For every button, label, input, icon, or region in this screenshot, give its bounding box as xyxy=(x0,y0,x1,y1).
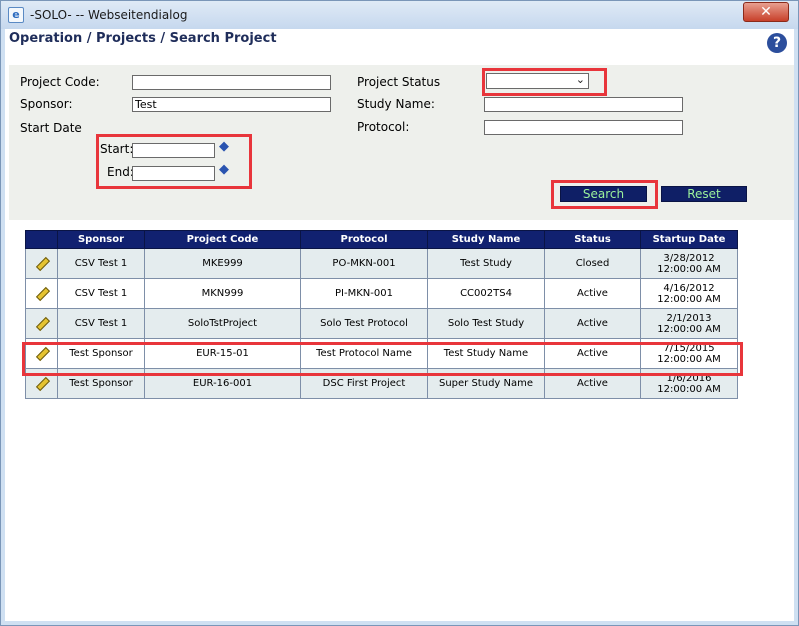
pencil-icon[interactable] xyxy=(35,315,49,329)
sponsor-cell: CSV Test 1 xyxy=(57,248,145,279)
title-bar: e -SOLO- -- Webseitendialog ✕ xyxy=(1,1,798,29)
pencil-icon[interactable] xyxy=(35,285,49,299)
project-code-cell: MKE999 xyxy=(144,248,301,279)
startup-date-cell: 3/28/2012 12:00:00 AM xyxy=(640,248,738,279)
status-cell: Closed xyxy=(544,248,641,279)
window-title: -SOLO- -- Webseitendialog xyxy=(30,8,188,22)
search-form: Project Code: Sponsor: Start Date Start:… xyxy=(9,65,794,220)
highlight-row xyxy=(22,342,743,376)
start-date-label: Start Date xyxy=(20,121,82,135)
dialog-window: e -SOLO- -- Webseitendialog ✕ Operation … xyxy=(0,0,799,626)
study-name-cell: Solo Test Study xyxy=(427,308,545,339)
project-code-cell: SoloTstProject xyxy=(144,308,301,339)
edit-cell[interactable] xyxy=(25,248,58,279)
protocol-input[interactable] xyxy=(484,120,683,135)
highlight-search xyxy=(551,180,658,209)
edit-cell[interactable] xyxy=(25,308,58,339)
pencil-icon[interactable] xyxy=(35,255,49,269)
protocol-cell: PO-MKN-001 xyxy=(300,248,428,279)
project-status-label: Project Status xyxy=(357,75,441,89)
table-header-row: Sponsor Project Code Protocol Study Name… xyxy=(25,230,738,249)
protocol-label: Protocol: xyxy=(357,120,410,134)
header-protocol[interactable]: Protocol xyxy=(300,230,428,249)
heading-bar: Operation / Projects / Search Project ? xyxy=(5,29,794,53)
edit-cell[interactable] xyxy=(25,278,58,309)
startup-date-cell: 4/16/2012 12:00:00 AM xyxy=(640,278,738,309)
status-cell: Active xyxy=(544,278,641,309)
header-startup-date[interactable]: Startup Date xyxy=(640,230,738,249)
header-edit xyxy=(25,230,58,249)
header-status[interactable]: Status xyxy=(544,230,641,249)
status-cell: Active xyxy=(544,308,641,339)
startup-date-cell: 2/1/2013 12:00:00 AM xyxy=(640,308,738,339)
help-icon[interactable]: ? xyxy=(767,33,787,53)
reset-button[interactable]: Reset xyxy=(661,186,747,202)
project-code-cell: MKN999 xyxy=(144,278,301,309)
close-button[interactable]: ✕ xyxy=(743,2,789,22)
dialog-content: Operation / Projects / Search Project ? … xyxy=(5,29,794,621)
page-title: Operation / Projects / Search Project xyxy=(9,31,277,46)
sponsor-cell: CSV Test 1 xyxy=(57,278,145,309)
protocol-cell: PI-MKN-001 xyxy=(300,278,428,309)
project-code-label: Project Code: xyxy=(20,75,100,89)
highlight-date-range xyxy=(96,134,252,189)
project-code-input[interactable] xyxy=(132,75,331,90)
study-name-cell: CC002TS4 xyxy=(427,278,545,309)
header-sponsor[interactable]: Sponsor xyxy=(57,230,145,249)
sponsor-input[interactable] xyxy=(132,97,331,112)
study-name-input[interactable] xyxy=(484,97,683,112)
sponsor-label: Sponsor: xyxy=(20,97,73,111)
protocol-cell: Solo Test Protocol xyxy=(300,308,428,339)
sponsor-cell: CSV Test 1 xyxy=(57,308,145,339)
study-name-cell: Test Study xyxy=(427,248,545,279)
pencil-icon[interactable] xyxy=(35,375,49,389)
table-row[interactable]: CSV Test 1 SoloTstProject Solo Test Prot… xyxy=(25,308,738,339)
ie-icon: e xyxy=(8,7,24,23)
table-row[interactable]: CSV Test 1 MKE999 PO-MKN-001 Test Study … xyxy=(25,248,738,279)
study-name-label: Study Name: xyxy=(357,97,435,111)
highlight-status xyxy=(482,68,607,96)
header-study-name[interactable]: Study Name xyxy=(427,230,545,249)
table-row[interactable]: CSV Test 1 MKN999 PI-MKN-001 CC002TS4 Ac… xyxy=(25,278,738,309)
header-project-code[interactable]: Project Code xyxy=(144,230,301,249)
